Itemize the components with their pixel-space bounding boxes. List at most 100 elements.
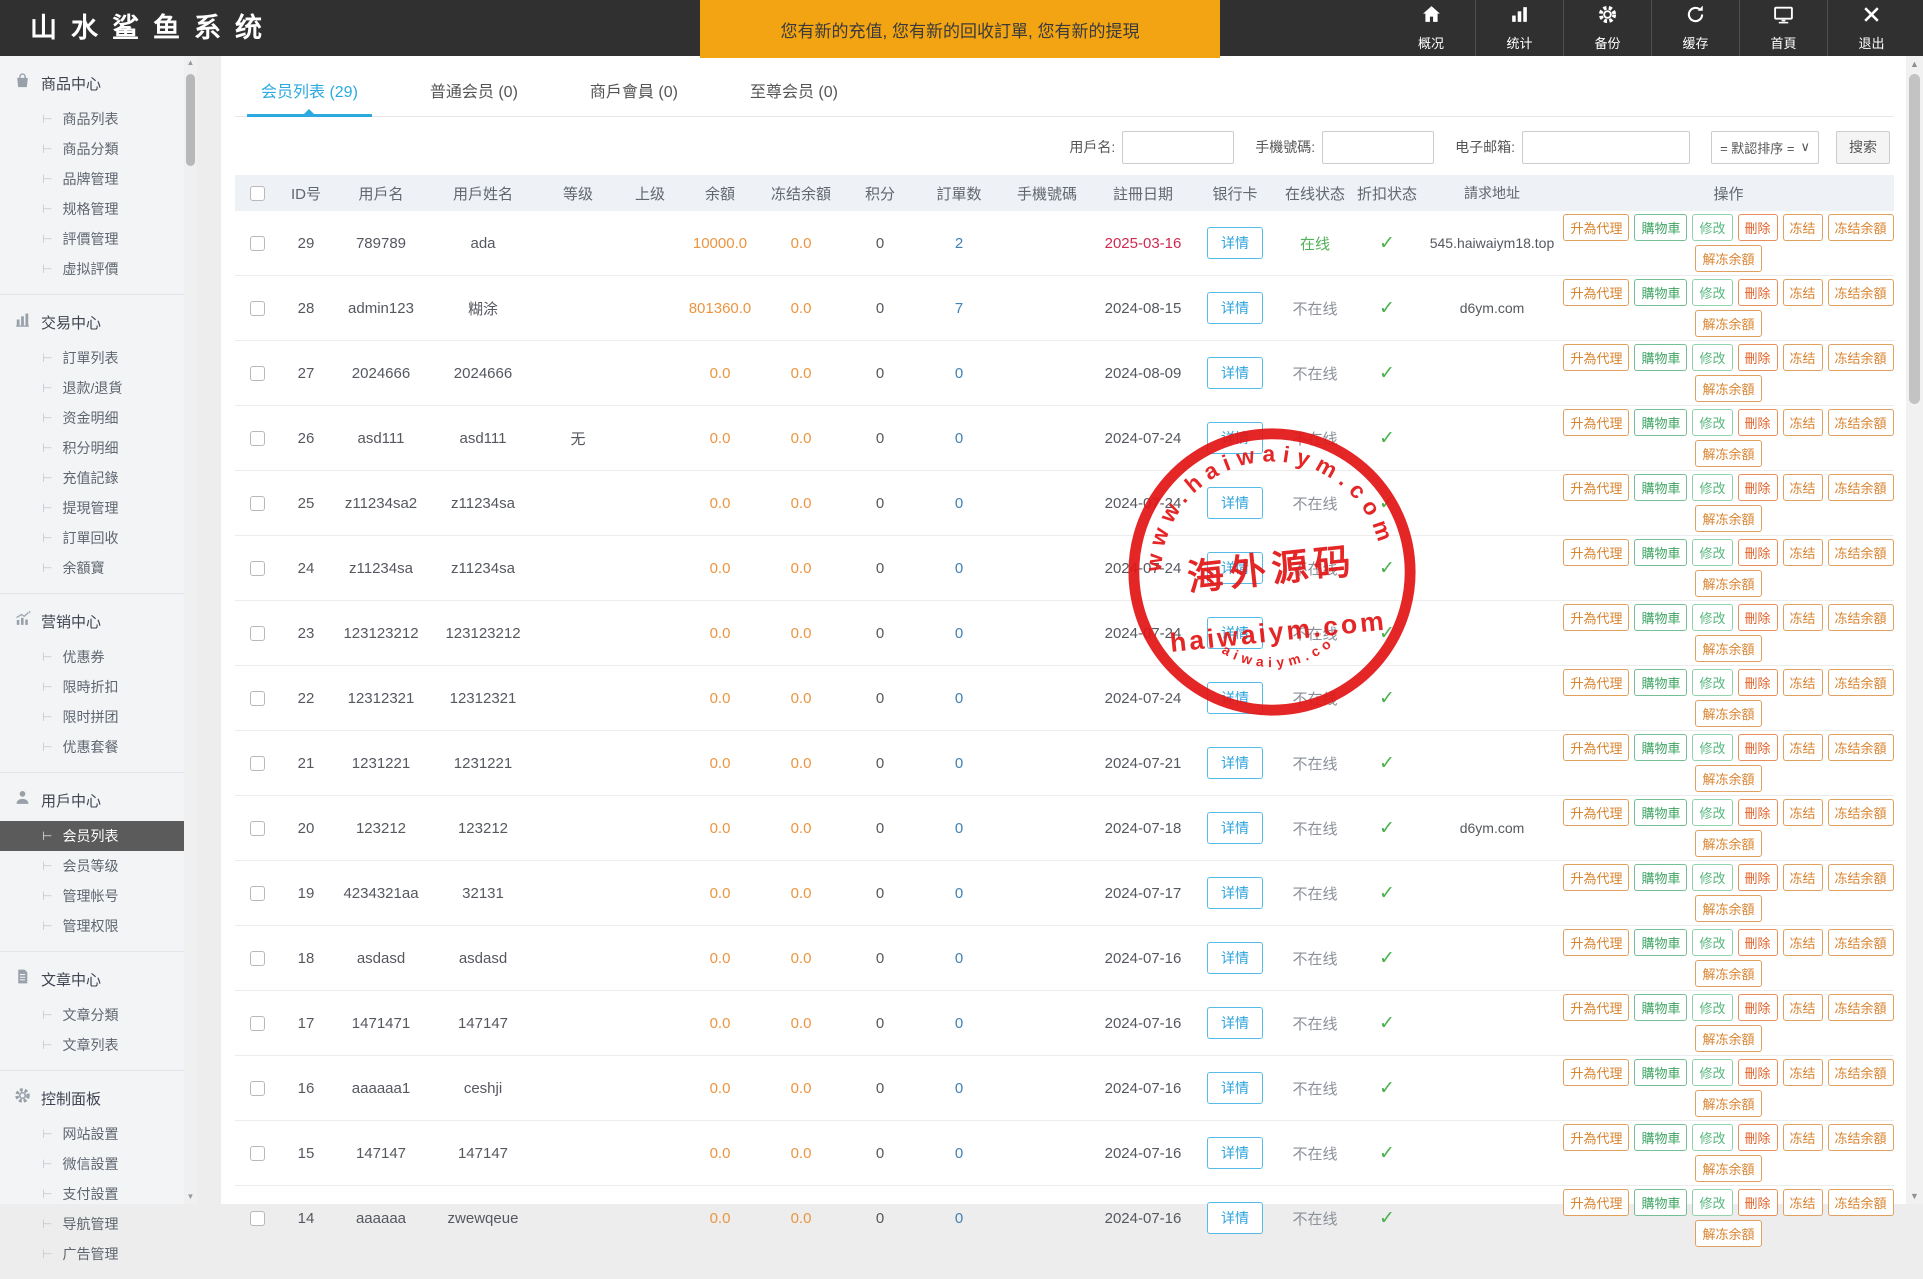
detail-button[interactable]: 详情: [1207, 682, 1263, 714]
action-button[interactable]: 冻结余額: [1828, 1189, 1894, 1216]
detail-button[interactable]: 详情: [1207, 942, 1263, 974]
action-button[interactable]: 刪除: [1738, 214, 1778, 241]
action-button[interactable]: 升為代理: [1563, 539, 1629, 566]
sidebar-item[interactable]: ⊢网站設置: [0, 1119, 184, 1149]
action-button[interactable]: 冻结余額: [1828, 409, 1894, 436]
sidebar-item[interactable]: ⊢評價管理: [0, 224, 184, 254]
action-button[interactable]: 冻结: [1783, 604, 1823, 631]
sidebar-item[interactable]: ⊢支付設置: [0, 1179, 184, 1209]
phone-filter-input[interactable]: [1322, 131, 1434, 164]
sidebar-item[interactable]: ⊢訂單回收: [0, 523, 184, 553]
scroll-up-icon[interactable]: ▲: [184, 56, 197, 70]
action-button[interactable]: 修改: [1692, 344, 1732, 371]
row-checkbox[interactable]: [250, 301, 265, 316]
action-button[interactable]: 解冻余額: [1695, 440, 1761, 467]
action-button[interactable]: 解冻余額: [1695, 635, 1761, 662]
action-button[interactable]: 升為代理: [1563, 994, 1629, 1021]
action-button[interactable]: 修改: [1692, 604, 1732, 631]
action-button[interactable]: 冻结: [1783, 474, 1823, 501]
action-button[interactable]: 冻结余額: [1828, 799, 1894, 826]
action-button[interactable]: 修改: [1692, 279, 1732, 306]
sidebar-item[interactable]: ⊢商品列表: [0, 104, 184, 134]
action-button[interactable]: 解冻余額: [1695, 570, 1761, 597]
sidebar-item[interactable]: ⊢管理帐号: [0, 881, 184, 911]
row-checkbox[interactable]: [250, 431, 265, 446]
action-button[interactable]: 購物車: [1634, 864, 1687, 891]
sidebar-item[interactable]: ⊢商品分類: [0, 134, 184, 164]
action-button[interactable]: 解冻余額: [1695, 700, 1761, 727]
action-button[interactable]: 冻结: [1783, 734, 1823, 761]
detail-button[interactable]: 详情: [1207, 552, 1263, 584]
sidebar-section-header[interactable]: 文章中心: [0, 958, 184, 1000]
action-button[interactable]: 購物車: [1634, 539, 1687, 566]
sidebar-item[interactable]: ⊢訂單列表: [0, 343, 184, 373]
detail-button[interactable]: 详情: [1207, 617, 1263, 649]
action-button[interactable]: 冻结: [1783, 214, 1823, 241]
action-button[interactable]: 升為代理: [1563, 734, 1629, 761]
sidebar-item[interactable]: ⊢文章分類: [0, 1000, 184, 1030]
sidebar-item[interactable]: ⊢会员列表: [0, 821, 184, 851]
action-button[interactable]: 冻结: [1783, 1124, 1823, 1151]
detail-button[interactable]: 详情: [1207, 747, 1263, 779]
action-button[interactable]: 修改: [1692, 539, 1732, 566]
action-button[interactable]: 修改: [1692, 409, 1732, 436]
action-button[interactable]: 購物車: [1634, 734, 1687, 761]
action-button[interactable]: 升為代理: [1563, 669, 1629, 696]
detail-button[interactable]: 详情: [1207, 487, 1263, 519]
sidebar-item[interactable]: ⊢提現管理: [0, 493, 184, 523]
detail-button[interactable]: 详情: [1207, 877, 1263, 909]
action-button[interactable]: 解冻余額: [1695, 1025, 1761, 1052]
detail-button[interactable]: 详情: [1207, 357, 1263, 389]
row-checkbox[interactable]: [250, 691, 265, 706]
action-button[interactable]: 刪除: [1738, 799, 1778, 826]
action-button[interactable]: 冻结余額: [1828, 604, 1894, 631]
action-button[interactable]: 冻结余額: [1828, 1124, 1894, 1151]
sidebar-item[interactable]: ⊢管理权限: [0, 911, 184, 941]
action-button[interactable]: 購物車: [1634, 344, 1687, 371]
action-button[interactable]: 冻结余額: [1828, 864, 1894, 891]
row-checkbox[interactable]: [250, 1146, 265, 1161]
action-button[interactable]: 刪除: [1738, 864, 1778, 891]
action-button[interactable]: 修改: [1692, 1059, 1732, 1086]
action-button[interactable]: 冻结: [1783, 279, 1823, 306]
tab[interactable]: 商戶會員 (0): [576, 70, 692, 116]
tab[interactable]: 会员列表 (29): [247, 70, 372, 117]
row-checkbox[interactable]: [250, 821, 265, 836]
detail-button[interactable]: 详情: [1207, 1072, 1263, 1104]
action-button[interactable]: 冻结: [1783, 409, 1823, 436]
detail-button[interactable]: 详情: [1207, 422, 1263, 454]
row-checkbox[interactable]: [250, 496, 265, 511]
action-button[interactable]: 冻结: [1783, 1059, 1823, 1086]
sidebar-item[interactable]: ⊢退款/退貨: [0, 373, 184, 403]
action-button[interactable]: 購物車: [1634, 409, 1687, 436]
sidebar-item[interactable]: ⊢微信設置: [0, 1149, 184, 1179]
action-button[interactable]: 刪除: [1738, 474, 1778, 501]
sidebar-item[interactable]: ⊢导航管理: [0, 1209, 184, 1239]
scroll-up-icon[interactable]: ▲: [1906, 56, 1923, 72]
sidebar-section-header[interactable]: 商品中心: [0, 62, 184, 104]
row-checkbox[interactable]: [250, 951, 265, 966]
action-button[interactable]: 刪除: [1738, 409, 1778, 436]
sidebar-item[interactable]: ⊢品牌管理: [0, 164, 184, 194]
action-button[interactable]: 刪除: [1738, 1189, 1778, 1216]
action-button[interactable]: 冻结: [1783, 344, 1823, 371]
sidebar-section-header[interactable]: 营销中心: [0, 600, 184, 642]
action-button[interactable]: 購物車: [1634, 799, 1687, 826]
action-button[interactable]: 購物車: [1634, 279, 1687, 306]
row-checkbox[interactable]: [250, 886, 265, 901]
action-button[interactable]: 冻结: [1783, 994, 1823, 1021]
row-checkbox[interactable]: [250, 1211, 265, 1226]
action-button[interactable]: 刪除: [1738, 1059, 1778, 1086]
topnav-item-退出[interactable]: 退出: [1827, 0, 1915, 56]
row-checkbox[interactable]: [250, 626, 265, 641]
action-button[interactable]: 修改: [1692, 1124, 1732, 1151]
action-button[interactable]: 冻结余額: [1828, 539, 1894, 566]
action-button[interactable]: 刪除: [1738, 734, 1778, 761]
row-checkbox[interactable]: [250, 366, 265, 381]
action-button[interactable]: 解冻余額: [1695, 310, 1761, 337]
action-button[interactable]: 修改: [1692, 864, 1732, 891]
page-scroll-thumb[interactable]: [1909, 74, 1920, 404]
sidebar-item[interactable]: ⊢文章列表: [0, 1030, 184, 1060]
action-button[interactable]: 刪除: [1738, 1124, 1778, 1151]
action-button[interactable]: 冻结余額: [1828, 279, 1894, 306]
